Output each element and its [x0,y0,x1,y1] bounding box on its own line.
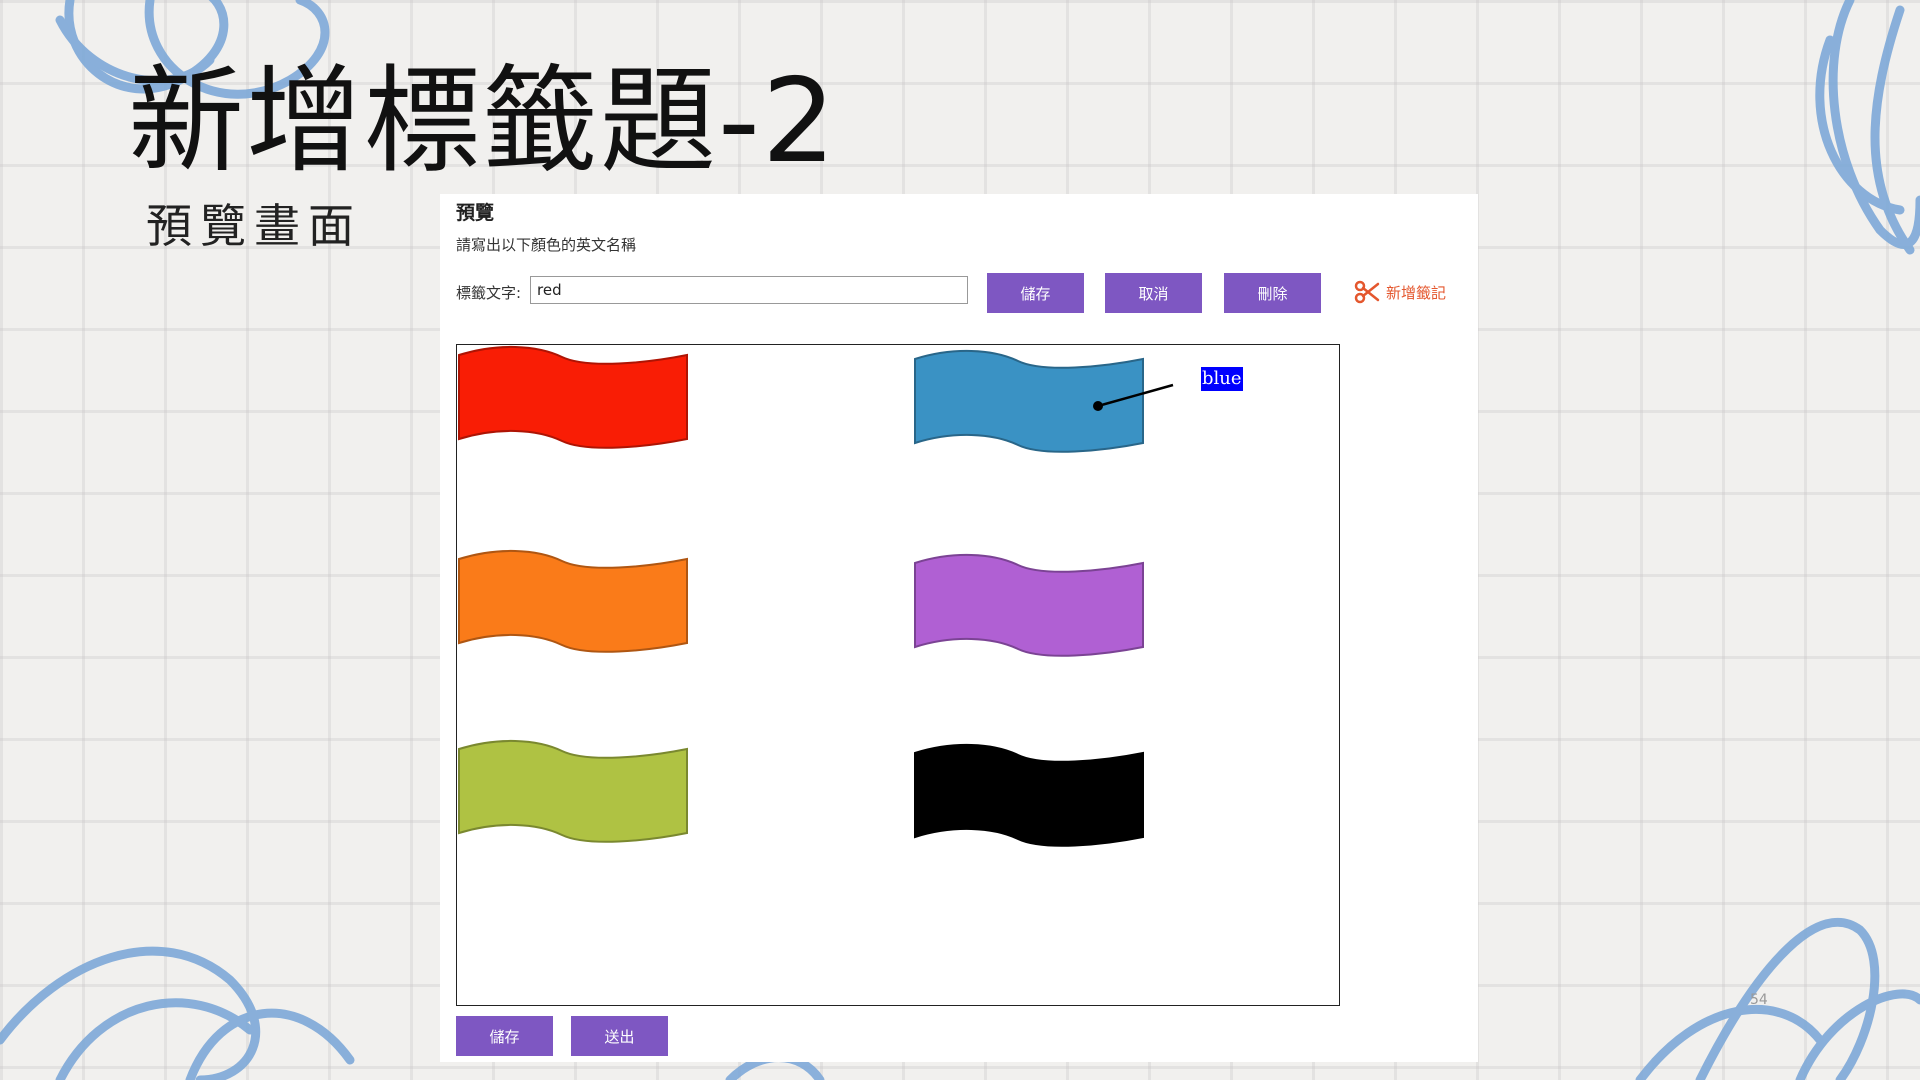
label-text-caption: 標籤文字: [456,284,522,302]
tag-anchor-dot[interactable] [1093,401,1103,411]
add-note-button[interactable]: 新增籤記 [1354,280,1446,304]
save-tag-button[interactable]: 儲存 [987,273,1084,313]
preview-panel: 預覽 請寫出以下顏色的英文名稱 標籤文字: 儲存 取消 刪除 新增籤記 blue… [440,194,1478,1062]
page-number: 54 [1750,992,1768,1008]
image-canvas[interactable]: blue [456,344,1340,1006]
slide-title: 新增標籤題-2 [128,54,838,189]
footer-save-button[interactable]: 儲存 [456,1016,553,1056]
flag-red [458,345,688,449]
scissors-icon [1354,280,1380,304]
flag-green [458,739,688,843]
preview-title: 預覽 [456,202,495,224]
flag-orange [458,549,688,653]
label-text-input[interactable] [530,276,968,304]
tag-label-blue[interactable]: blue [1200,366,1244,392]
submit-button[interactable]: 送出 [571,1016,668,1056]
slide-subtitle: 預覽畫面 [146,199,362,253]
tag-pointer-line [1093,383,1174,411]
flag-black [914,743,1144,847]
question-instruction: 請寫出以下顏色的英文名稱 [456,236,637,254]
cancel-button[interactable]: 取消 [1105,273,1202,313]
add-note-label: 新增籤記 [1386,283,1447,302]
delete-button[interactable]: 刪除 [1224,273,1321,313]
flag-purple [914,553,1144,657]
